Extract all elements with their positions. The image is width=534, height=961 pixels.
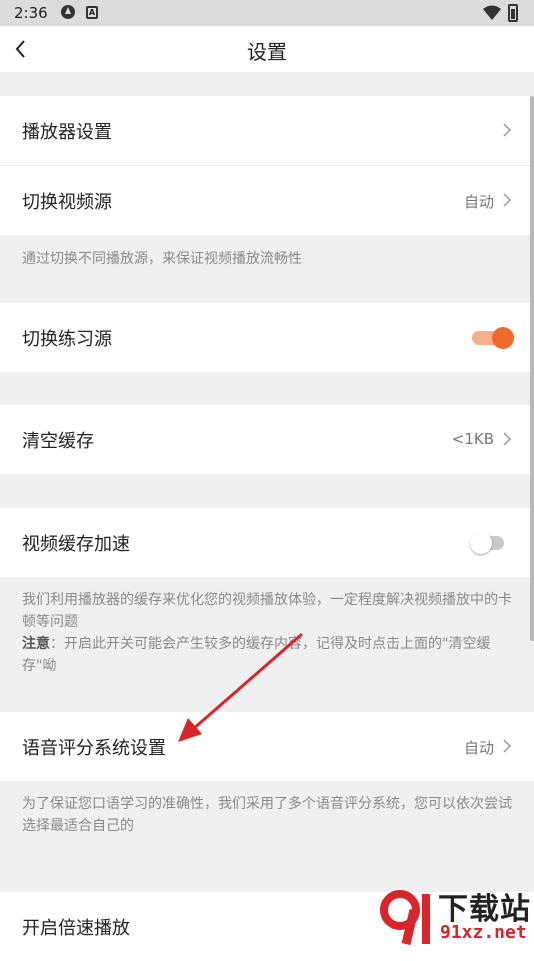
cache-size-value: <1KB (451, 430, 494, 448)
status-time: 2:36 (14, 4, 48, 22)
clear-cache-row[interactable]: 清空缓存 <1KB (0, 405, 534, 474)
video-cache-accel-label: 视频缓存加速 (22, 534, 130, 555)
player-settings-row[interactable]: 播放器设置 (0, 96, 534, 165)
video-source-note: 通过切换不同播放源，来保证视频播放流畅性 (22, 251, 302, 267)
app-header: 设置 (0, 26, 534, 72)
voice-scoring-note: 为了保证您口语学习的准确性，我们采用了多个语音评分系统，您可以依次尝试选择最适合… (22, 796, 512, 834)
clear-cache-label: 清空缓存 (22, 431, 94, 452)
switch-video-source-value: 自动 (463, 193, 494, 211)
vpn-icon (61, 5, 75, 19)
annotation-arrow-icon (178, 632, 303, 742)
switch-practice-source-row: 切换练习源 (0, 303, 534, 372)
watermark-logo-icon (380, 890, 430, 946)
scrollbar[interactable] (530, 96, 534, 641)
toggle-knob (470, 532, 492, 554)
voice-scoring-label: 语音评分系统设置 (22, 738, 166, 759)
video-cache-accel-toggle[interactable] (470, 532, 508, 554)
chevron-right-icon (503, 123, 512, 137)
voice-scoring-value: 自动 (463, 739, 494, 757)
player-settings-label: 播放器设置 (22, 122, 112, 143)
toggle-knob (492, 327, 514, 349)
switch-practice-source-label: 切换练习源 (22, 329, 112, 350)
chevron-right-icon (503, 739, 512, 753)
app-a-icon: A (86, 6, 98, 19)
status-bar: 2:36 A (0, 0, 534, 26)
watermark-domain: 91xz.net (440, 922, 527, 943)
battery-icon (508, 4, 518, 22)
watermark: 下载站 91xz.net (378, 882, 534, 950)
chevron-right-icon (503, 193, 512, 207)
switch-video-source-row[interactable]: 切换视频源 自动 (0, 166, 534, 235)
wifi-icon (483, 5, 501, 20)
cache-note-text: 我们利用播放器的缓存来优化您的视频播放体验，一定程度解决视频播放中的卡顿等问题 (22, 592, 512, 630)
chevron-right-icon (503, 432, 512, 446)
cache-note-warning-label: 注意 (22, 636, 50, 652)
switch-video-source-label: 切换视频源 (22, 192, 112, 213)
video-cache-accel-row: 视频缓存加速 (0, 508, 534, 577)
speed-playback-label: 开启倍速播放 (22, 918, 130, 939)
practice-source-toggle[interactable] (472, 327, 514, 349)
page-title: 设置 (247, 40, 287, 64)
